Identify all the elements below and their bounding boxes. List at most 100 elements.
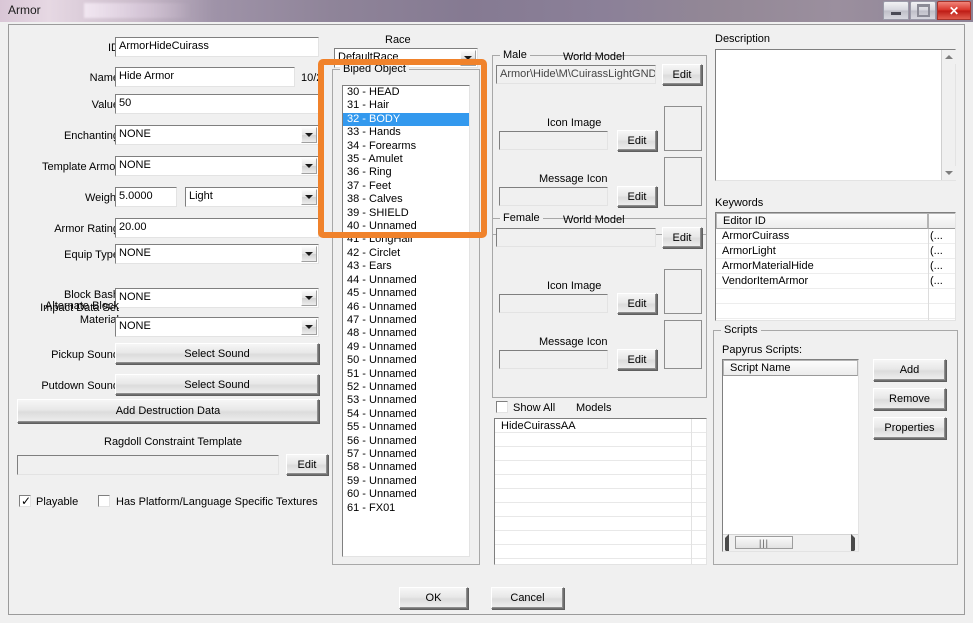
- maximize-button[interactable]: [910, 1, 936, 20]
- keywords-row[interactable]: ArmorMaterialHide (...: [716, 259, 955, 274]
- male-icon-image-input[interactable]: [499, 131, 608, 150]
- putdown-sound-select-button[interactable]: Select Sound: [115, 374, 319, 395]
- biped-object-item[interactable]: 58 - Unnamed: [343, 461, 469, 474]
- keywords-row[interactable]: ArmorLight (...: [716, 244, 955, 259]
- keywords-column-editor-id[interactable]: Editor ID: [716, 213, 928, 229]
- biped-object-item[interactable]: 45 - Unnamed: [343, 287, 469, 300]
- models-listbox[interactable]: HideCuirassAA: [494, 418, 707, 565]
- male-icon-image-edit-button[interactable]: Edit: [617, 130, 657, 151]
- female-world-model-edit-button[interactable]: Edit: [662, 227, 702, 248]
- biped-object-item[interactable]: 57 - Unnamed: [343, 448, 469, 461]
- biped-object-item[interactable]: 31 - Hair: [343, 99, 469, 112]
- biped-object-item[interactable]: 41 - LongHair: [343, 233, 469, 246]
- alternate-block-material-combobox[interactable]: NONE: [115, 317, 319, 337]
- scripts-column-script-name[interactable]: Script Name: [723, 360, 858, 376]
- biped-object-item[interactable]: 48 - Unnamed: [343, 327, 469, 340]
- keywords-row[interactable]: VendorItemArmor (...: [716, 274, 955, 289]
- add-destruction-data-button[interactable]: Add Destruction Data: [17, 399, 319, 423]
- models-row[interactable]: [495, 503, 706, 517]
- male-message-icon-input[interactable]: [499, 187, 608, 206]
- ok-button[interactable]: OK: [399, 587, 468, 609]
- biped-object-item[interactable]: 52 - Unnamed: [343, 381, 469, 394]
- chevron-down-icon[interactable]: [301, 189, 317, 205]
- id-input[interactable]: ArmorHideCuirass: [115, 37, 319, 57]
- models-row[interactable]: [495, 559, 706, 564]
- scripts-horizontal-scrollbar[interactable]: |||: [723, 534, 858, 551]
- male-world-model-edit-button[interactable]: Edit: [662, 64, 702, 85]
- models-row[interactable]: [495, 489, 706, 503]
- biped-object-item[interactable]: 60 - Unnamed: [343, 488, 469, 501]
- chevron-down-icon[interactable]: [301, 290, 317, 306]
- weight-class-combobox[interactable]: Light: [185, 187, 319, 207]
- scroll-left-arrow-icon[interactable]: [725, 534, 729, 551]
- template-armor-combobox[interactable]: NONE: [115, 156, 319, 176]
- block-bash-impact-combobox[interactable]: NONE: [115, 288, 319, 308]
- biped-object-item[interactable]: 38 - Calves: [343, 193, 469, 206]
- models-row[interactable]: [495, 517, 706, 531]
- chevron-down-icon[interactable]: [460, 50, 476, 66]
- scroll-down-arrow-icon[interactable]: [942, 166, 956, 180]
- biped-object-item[interactable]: 34 - Forearms: [343, 140, 469, 153]
- biped-object-item[interactable]: 33 - Hands: [343, 126, 469, 139]
- scroll-right-arrow-icon[interactable]: [851, 534, 855, 551]
- biped-object-item[interactable]: 30 - HEAD: [343, 86, 469, 99]
- platform-textures-checkbox[interactable]: [98, 495, 110, 507]
- armor-rating-input[interactable]: 20.00: [115, 218, 319, 238]
- models-row[interactable]: [495, 475, 706, 489]
- papyrus-scripts-listview[interactable]: Script Name |||: [722, 359, 859, 552]
- models-row[interactable]: [495, 447, 706, 461]
- biped-object-item[interactable]: 56 - Unnamed: [343, 435, 469, 448]
- male-message-icon-edit-button[interactable]: Edit: [617, 186, 657, 207]
- scroll-thumb[interactable]: |||: [735, 536, 793, 549]
- window-titlebar[interactable]: Armor ✕: [0, 0, 973, 22]
- script-properties-button[interactable]: Properties: [873, 417, 946, 439]
- chevron-down-icon[interactable]: [301, 246, 317, 262]
- biped-object-item[interactable]: 49 - Unnamed: [343, 341, 469, 354]
- female-message-icon-input[interactable]: [499, 350, 608, 369]
- biped-object-item[interactable]: 32 - BODY: [343, 112, 469, 127]
- biped-object-item[interactable]: 53 - Unnamed: [343, 394, 469, 407]
- playable-checkbox[interactable]: ✓: [19, 495, 31, 507]
- biped-object-item[interactable]: 55 - Unnamed: [343, 421, 469, 434]
- female-icon-image-input[interactable]: [499, 294, 608, 313]
- biped-object-listbox[interactable]: 30 - HEAD 31 - Hair 32 - BODY 33 - Hands 34 …: [342, 85, 470, 557]
- biped-object-item[interactable]: 43 - Ears: [343, 260, 469, 273]
- keywords-row[interactable]: [716, 304, 955, 319]
- name-input[interactable]: Hide Armor: [115, 67, 295, 87]
- script-remove-button[interactable]: Remove: [873, 388, 946, 410]
- female-message-icon-edit-button[interactable]: Edit: [617, 349, 657, 370]
- models-row[interactable]: HideCuirassAA: [495, 419, 706, 433]
- keywords-row[interactable]: [716, 319, 955, 320]
- biped-object-item[interactable]: 61 - FX01: [343, 502, 469, 515]
- chevron-down-icon[interactable]: [301, 319, 317, 335]
- cancel-button[interactable]: Cancel: [491, 587, 564, 609]
- description-scrollbar[interactable]: [941, 50, 956, 180]
- models-row[interactable]: [495, 531, 706, 545]
- ragdoll-constraint-input[interactable]: [17, 455, 279, 475]
- biped-object-item[interactable]: 59 - Unnamed: [343, 475, 469, 488]
- biped-object-item[interactable]: 44 - Unnamed: [343, 274, 469, 287]
- male-world-model-input[interactable]: Armor\Hide\M\CuirassLightGND: [496, 65, 656, 84]
- biped-object-item[interactable]: 40 - Unnamed: [343, 220, 469, 233]
- models-row[interactable]: [495, 461, 706, 475]
- keywords-row[interactable]: [716, 289, 955, 304]
- models-row[interactable]: [495, 433, 706, 447]
- biped-object-item[interactable]: 54 - Unnamed: [343, 408, 469, 421]
- chevron-down-icon[interactable]: [301, 127, 317, 143]
- keywords-row[interactable]: ArmorCuirass (...: [716, 229, 955, 244]
- keywords-listview[interactable]: Editor ID ArmorCuirass (... ArmorLight (...…: [715, 212, 956, 321]
- minimize-button[interactable]: [883, 1, 909, 20]
- weight-input[interactable]: 5.0000: [115, 187, 177, 207]
- script-add-button[interactable]: Add: [873, 359, 946, 381]
- biped-object-item[interactable]: 46 - Unnamed: [343, 301, 469, 314]
- female-icon-image-edit-button[interactable]: Edit: [617, 293, 657, 314]
- keywords-column-extra[interactable]: [928, 213, 955, 229]
- chevron-down-icon[interactable]: [301, 158, 317, 174]
- biped-object-item[interactable]: 50 - Unnamed: [343, 354, 469, 367]
- biped-object-item[interactable]: 35 - Amulet: [343, 153, 469, 166]
- description-textarea[interactable]: [715, 49, 956, 181]
- close-button[interactable]: ✕: [937, 1, 971, 20]
- pickup-sound-select-button[interactable]: Select Sound: [115, 343, 319, 364]
- biped-object-item[interactable]: 47 - Unnamed: [343, 314, 469, 327]
- biped-object-item[interactable]: 42 - Circlet: [343, 247, 469, 260]
